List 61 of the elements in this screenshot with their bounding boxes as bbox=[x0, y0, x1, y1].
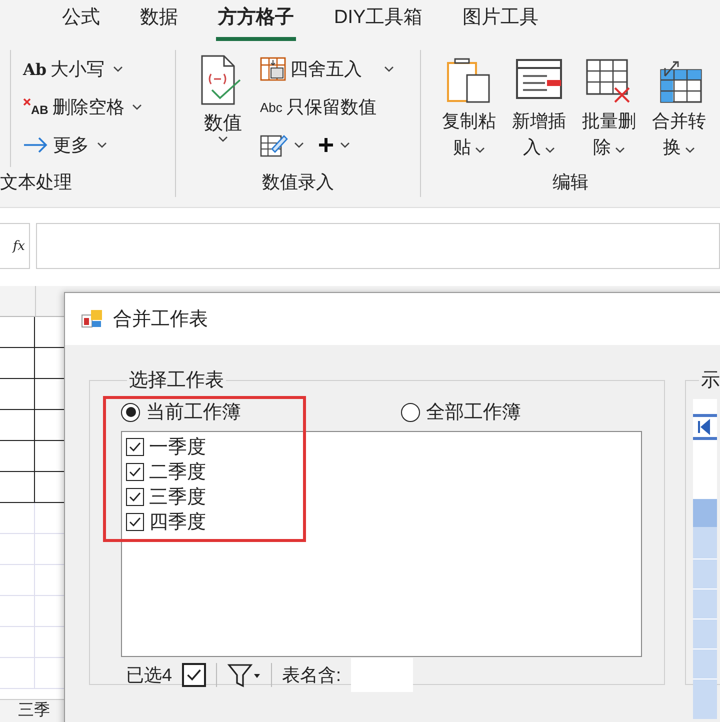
sheet-tab[interactable]: 三季 bbox=[0, 700, 64, 722]
ribbon-button[interactable]: 合并转换 bbox=[647, 50, 711, 167]
radio-option[interactable]: 全部工作簿 bbox=[401, 399, 521, 425]
ribbon-icon-button[interactable] bbox=[260, 133, 304, 157]
table-pen-icon bbox=[260, 133, 288, 157]
ribbon-button[interactable]: AB 删除空格 bbox=[23, 92, 142, 122]
ribbon-button[interactable]: 批量删除 bbox=[577, 50, 641, 167]
ribbon-icon-button[interactable] bbox=[318, 137, 350, 153]
ribbon-button[interactable]: 复制粘贴 bbox=[437, 50, 501, 167]
chevron-down-icon bbox=[97, 142, 107, 148]
ribbon-tab[interactable]: 数据 bbox=[138, 0, 180, 41]
ribbon-button[interactable]: 数值 bbox=[198, 50, 248, 167]
select-all-checkbox[interactable] bbox=[182, 663, 206, 687]
radio-button[interactable] bbox=[401, 402, 420, 422]
chevron-down-icon bbox=[384, 66, 394, 72]
ribbon-tab[interactable]: 公式 bbox=[60, 0, 102, 41]
ribbon-tab[interactable]: DIY工具箱 bbox=[332, 0, 425, 41]
dialog-title: 合并工作表 bbox=[113, 308, 208, 332]
arrow-icon bbox=[23, 136, 49, 154]
ribbon-button[interactable]: 四舍五入 bbox=[260, 54, 394, 84]
ribbon-button[interactable]: Ab 大小写 bbox=[23, 54, 142, 84]
case-icon: Ab bbox=[23, 60, 47, 78]
group-title: 选择工作表 bbox=[128, 369, 225, 393]
formula-input[interactable] bbox=[36, 223, 720, 269]
chevron-down-icon bbox=[475, 147, 485, 153]
chevron-down-icon bbox=[132, 104, 142, 110]
radio-button[interactable] bbox=[121, 402, 140, 422]
radio-option[interactable]: 当前工作簿 bbox=[121, 399, 241, 425]
ribbon-button[interactable]: 更多 bbox=[23, 130, 142, 160]
ribbon-button[interactable]: 新增插入 bbox=[507, 50, 571, 167]
app-icon bbox=[81, 309, 103, 329]
clipboard-icon bbox=[445, 56, 493, 104]
sheet-item[interactable]: 四季度 bbox=[126, 509, 638, 534]
chevron-down-icon bbox=[685, 147, 695, 153]
ribbon-button[interactable]: Abc 只保留数值 bbox=[260, 92, 394, 122]
filter-icon[interactable] bbox=[227, 662, 262, 688]
sheet-item[interactable]: 二季度 bbox=[126, 459, 638, 484]
chevron-down-icon bbox=[545, 147, 555, 153]
plus-icon bbox=[318, 137, 334, 153]
sheet-item[interactable]: 一季度 bbox=[126, 434, 638, 459]
checkbox[interactable] bbox=[126, 462, 144, 480]
checkbox[interactable] bbox=[126, 438, 144, 456]
text-icon: Abc bbox=[260, 100, 282, 114]
table-icon bbox=[260, 57, 286, 81]
checkbox[interactable] bbox=[126, 512, 144, 530]
ribbon-tab[interactable]: 图片工具 bbox=[460, 0, 541, 41]
chevron-down-icon bbox=[340, 142, 350, 148]
group-title: 示 bbox=[700, 369, 720, 393]
group-label: 数值录入 bbox=[261, 171, 335, 194]
chevron-down-icon bbox=[112, 66, 123, 72]
sheet-item[interactable]: 三季度 bbox=[126, 484, 638, 509]
group-label: 文本处理 bbox=[0, 171, 73, 194]
chevron-down-icon bbox=[218, 136, 228, 142]
function-button[interactable]: fx bbox=[0, 223, 30, 269]
sheet-name-field[interactable] bbox=[351, 658, 414, 692]
filter-label: 表名含: bbox=[282, 664, 342, 687]
chevron-down-icon bbox=[615, 147, 625, 153]
selected-count: 已选4 bbox=[126, 664, 172, 687]
chevron-down-icon bbox=[294, 142, 304, 148]
group-label: 编辑 bbox=[552, 171, 590, 194]
checkbox[interactable] bbox=[126, 488, 144, 506]
